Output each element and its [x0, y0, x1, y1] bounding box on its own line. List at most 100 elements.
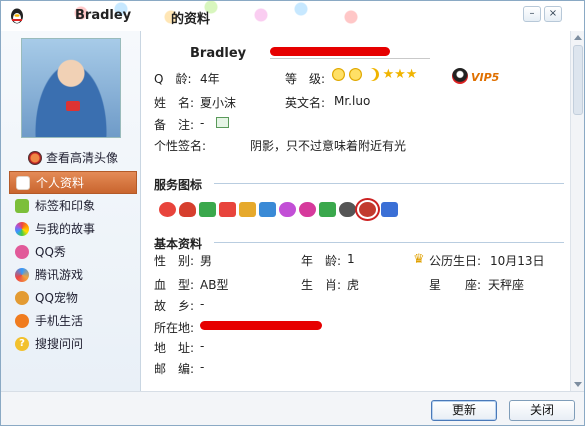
sidebar-item-stories[interactable]: 与我的故事: [9, 217, 137, 240]
sidebar-item-label: 个人资料: [36, 176, 85, 190]
title-bar: Bradley 的资料 – ×: [1, 1, 584, 31]
scroll-down-arrow-icon[interactable]: [574, 382, 582, 387]
heart-service-icon[interactable]: [159, 202, 176, 217]
qq-penguin-icon: [11, 8, 23, 24]
redaction-mark: [200, 321, 322, 330]
close-button[interactable]: 关闭: [509, 400, 575, 421]
crown-icon: ♛: [413, 252, 425, 267]
services-section-title: 服务图标: [154, 178, 203, 192]
address-label: 地 址:: [154, 341, 195, 355]
star-sign-label: 星 座:: [429, 278, 482, 292]
scroll-up-arrow-icon[interactable]: [574, 35, 582, 40]
avatar[interactable]: [21, 38, 121, 138]
superman-logo: [66, 101, 80, 111]
game-icon: [15, 267, 29, 282]
qq-show-icon: [15, 244, 29, 259]
diamond-service-icon[interactable]: [279, 202, 296, 217]
zodiac-value: 虎: [347, 278, 360, 292]
level-label: 等 级:: [285, 72, 326, 86]
english-name-value: Mr.luo: [334, 94, 371, 108]
sidebar-item-tags[interactable]: 标签和印象: [9, 194, 137, 217]
sidebar-item-label: QQ宠物: [35, 291, 78, 305]
gem-service-icon[interactable]: [199, 202, 216, 217]
question-icon: ?: [15, 336, 29, 351]
title-text: 的资料: [171, 12, 211, 27]
redaction-mark: [270, 47, 390, 56]
birthday-label: 公历生日:: [429, 254, 482, 268]
pet-icon: [15, 290, 29, 305]
highlighted-service-icon[interactable]: [355, 198, 380, 221]
q-age-value: 4年: [200, 72, 220, 86]
blood-type-value: AB型: [200, 278, 229, 292]
sidebar-item-pet[interactable]: QQ宠物: [9, 286, 137, 309]
sidebar: 查看高清头像 个人资料 标签和印象 与我的故事 QQ秀 腾讯游戏 QQ宠物 手机…: [1, 31, 141, 391]
refresh-button[interactable]: 更新: [431, 400, 497, 421]
tag-icon: [15, 198, 29, 213]
sidebar-item-label: 手机生活: [35, 314, 84, 328]
vip-penguin-icon: [452, 68, 468, 84]
gem-service-icon[interactable]: [219, 202, 236, 217]
gender-label: 性 别:: [154, 254, 195, 268]
view-hd-avatar-label: 查看高清头像: [46, 151, 119, 165]
divider: [270, 58, 430, 59]
sidebar-item-games[interactable]: 腾讯游戏: [9, 263, 137, 286]
close-window-button[interactable]: ×: [544, 6, 562, 22]
star-sign-value: 天秤座: [488, 278, 525, 292]
name-value: 夏小沫: [200, 96, 237, 110]
sidebar-item-profile[interactable]: 个人资料: [9, 171, 137, 194]
title-user-name: Bradley: [75, 8, 132, 23]
age-label: 年 龄:: [301, 254, 342, 268]
star-icon: ★: [394, 67, 406, 82]
sun-icon: [348, 68, 362, 81]
sidebar-item-label: 腾讯游戏: [35, 268, 84, 282]
mobile-check-icon: [15, 313, 29, 328]
computer-service-icon[interactable]: [381, 202, 398, 217]
section-divider: [214, 242, 564, 243]
gem-service-icon[interactable]: [319, 202, 336, 217]
sidebar-item-label: 与我的故事: [35, 222, 96, 236]
scrollbar-thumb[interactable]: [573, 45, 583, 115]
profile-window: Bradley 的资料 – × 查看高清头像 个人资料 标签和印象 与我的故事: [0, 0, 585, 426]
vip-badge[interactable]: VIP5: [471, 71, 499, 84]
sidebar-item-label: QQ秀: [35, 245, 66, 259]
star-icon: ★: [382, 67, 395, 82]
gender-value: 男: [200, 254, 213, 268]
note-label: 备 注:: [154, 118, 195, 132]
rainbow-icon: [15, 221, 29, 236]
hometown-label: 故 乡:: [154, 299, 195, 313]
sidebar-item-label: 标签和印象: [35, 199, 96, 213]
blood-type-label: 血 型:: [154, 278, 195, 292]
basic-section-title: 基本资料: [154, 237, 203, 251]
q-age-label: Q 龄:: [154, 72, 192, 86]
penguin-service-icon[interactable]: [179, 202, 196, 217]
birthday-value: 10月13日: [490, 254, 545, 268]
gem-service-icon[interactable]: [239, 202, 256, 217]
service-icons: [159, 198, 398, 221]
diamond-service-icon[interactable]: [339, 202, 356, 217]
profile-content: Bradley Q 龄: 4年 等 级: ★★★ VIP5 姓 名: 夏小沫 英…: [142, 31, 570, 391]
sidebar-item-qq-show[interactable]: QQ秀: [9, 240, 137, 263]
name-label: 姓 名:: [154, 96, 195, 110]
signature-label: 个性签名:: [154, 139, 207, 153]
location-label: 所在地:: [154, 321, 195, 335]
english-name-label: 英文名:: [285, 96, 326, 110]
postcode-value: -: [200, 360, 205, 374]
star-icon: ★: [405, 67, 418, 82]
zodiac-label: 生 肖:: [301, 278, 342, 292]
section-divider: [214, 183, 564, 184]
sidebar-nav: 个人资料 标签和印象 与我的故事 QQ秀 腾讯游戏 QQ宠物 手机生活 ? 搜搜…: [9, 171, 137, 355]
age-value: 1: [347, 252, 355, 266]
minimize-button[interactable]: –: [523, 6, 541, 22]
sun-icon: [332, 68, 345, 81]
edit-note-icon[interactable]: [216, 117, 229, 128]
note-value: -: [200, 116, 205, 130]
gem-service-icon[interactable]: [259, 202, 276, 217]
sidebar-item-mobile[interactable]: 手机生活: [9, 309, 137, 332]
profile-card-icon: [16, 175, 30, 190]
postcode-label: 邮 编:: [154, 362, 195, 376]
vertical-scrollbar[interactable]: [570, 31, 584, 391]
diamond-service-icon[interactable]: [299, 202, 316, 217]
sidebar-item-soso[interactable]: ? 搜搜问问: [9, 332, 137, 355]
magnifier-icon: [28, 150, 42, 165]
view-hd-avatar-link[interactable]: 查看高清头像: [28, 149, 118, 166]
